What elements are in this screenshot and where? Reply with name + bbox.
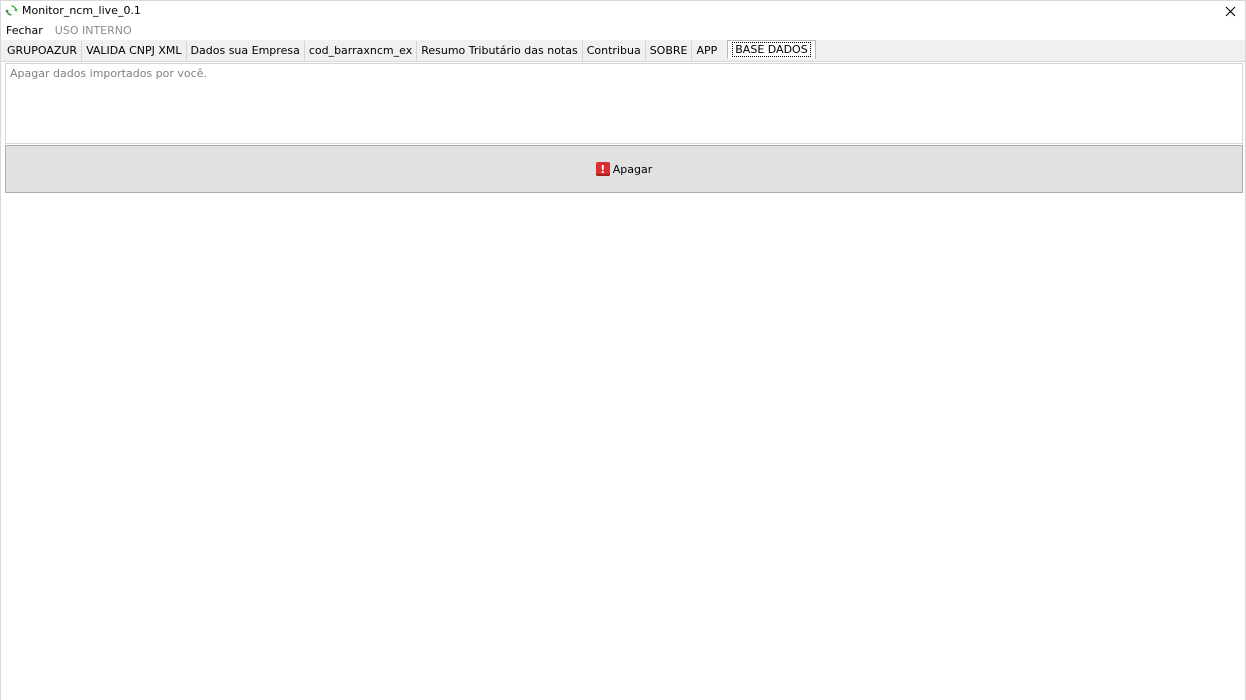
menu-uso-interno: USO INTERNO bbox=[54, 24, 132, 37]
description-text: Apagar dados importados por você. bbox=[10, 67, 207, 80]
tab-contribua[interactable]: Contribua bbox=[583, 41, 646, 61]
apagar-button[interactable]: ! Apagar bbox=[5, 145, 1243, 193]
tab-app[interactable]: APP bbox=[692, 41, 721, 61]
description-textbox[interactable]: Apagar dados importados por você. bbox=[5, 63, 1243, 144]
tab-bar: GRUPOAZUR VALIDA CNPJ XML Dados sua Empr… bbox=[1, 40, 1245, 62]
tab-resumo-tributario[interactable]: Resumo Tributário das notas bbox=[417, 41, 583, 61]
app-window: Monitor_ncm_live_0.1 Fechar USO INTERNO … bbox=[0, 0, 1246, 700]
menu-bar: Fechar USO INTERNO bbox=[1, 21, 1245, 40]
warning-icon: ! bbox=[595, 162, 610, 176]
tab-panel-base-dados: Apagar dados importados por você. ! Apag… bbox=[1, 62, 1245, 700]
tab-base-dados-label: BASE DADOS bbox=[732, 42, 811, 57]
apagar-button-content: ! Apagar bbox=[595, 162, 653, 176]
tab-dados-sua-empresa[interactable]: Dados sua Empresa bbox=[187, 41, 305, 61]
tab-sobre[interactable]: SOBRE bbox=[646, 41, 693, 61]
title-bar[interactable]: Monitor_ncm_live_0.1 bbox=[1, 1, 1245, 21]
window-title: Monitor_ncm_live_0.1 bbox=[22, 4, 141, 17]
tab-base-dados[interactable]: BASE DADOS bbox=[727, 40, 816, 59]
tab-grupoazur[interactable]: GRUPOAZUR bbox=[3, 41, 83, 61]
tab-cod-barraxncm-ex[interactable]: cod_barraxncm_ex bbox=[305, 41, 418, 61]
tab-valida-cnpj-xml[interactable]: VALIDA CNPJ XML bbox=[82, 41, 187, 61]
refresh-arrows-icon bbox=[5, 5, 18, 16]
close-button[interactable] bbox=[1215, 1, 1245, 21]
apagar-button-label: Apagar bbox=[612, 162, 653, 176]
menu-fechar[interactable]: Fechar bbox=[1, 21, 48, 40]
close-icon bbox=[1225, 6, 1235, 16]
